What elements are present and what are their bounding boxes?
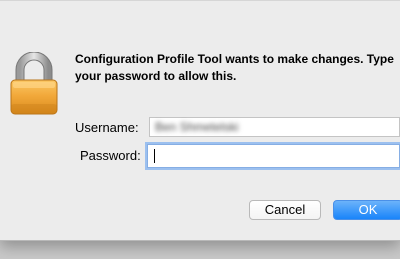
password-label: Password: <box>80 148 141 163</box>
lock-icon <box>10 52 58 115</box>
cancel-button[interactable]: Cancel <box>249 200 321 220</box>
text-caret <box>154 149 155 163</box>
ok-button[interactable]: OK <box>333 200 400 220</box>
dialog-top-edge <box>0 0 400 1</box>
username-value: Ben Shmetelski <box>155 120 239 134</box>
username-field[interactable]: Ben Shmetelski <box>149 117 400 137</box>
password-field[interactable] <box>147 144 400 168</box>
dialog-message: Configuration Profile Tool wants to make… <box>75 52 394 83</box>
username-label: Username: <box>75 120 139 135</box>
authentication-dialog: Configuration Profile Tool wants to make… <box>0 0 400 241</box>
